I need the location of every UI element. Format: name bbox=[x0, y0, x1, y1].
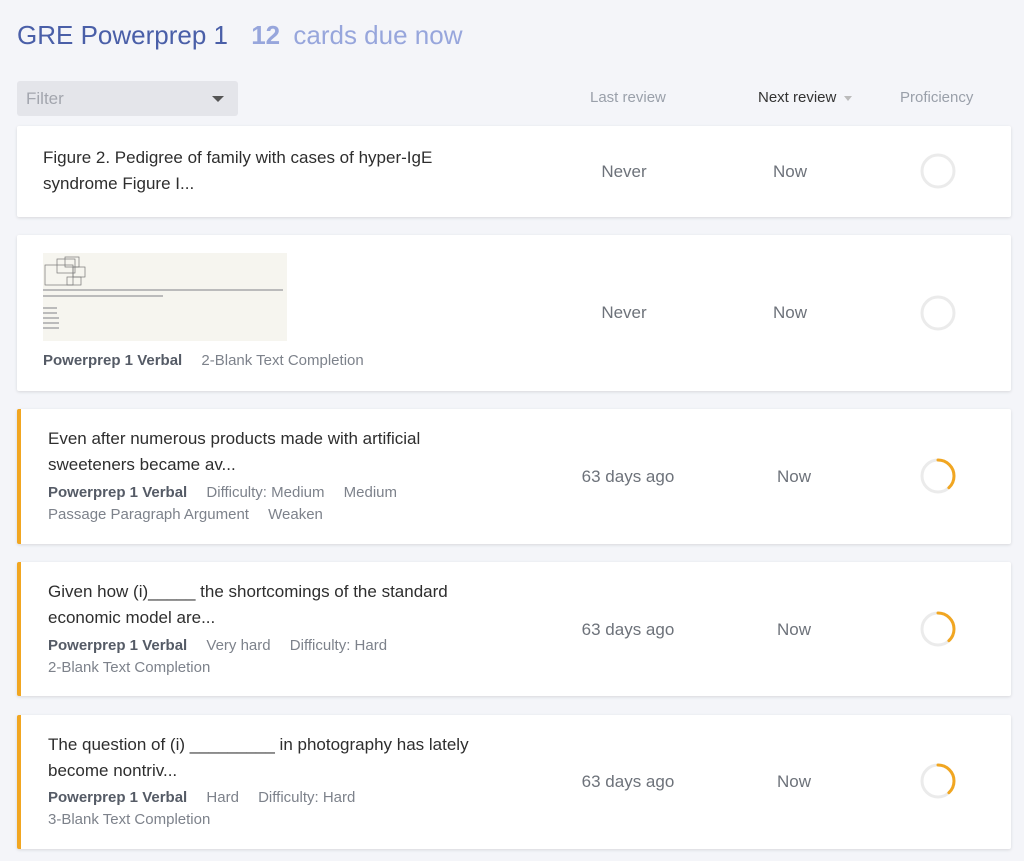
last-review-value: 63 days ago bbox=[581, 620, 675, 639]
tag: Powerprep 1 Verbal bbox=[43, 352, 183, 369]
card-tags: Powerprep 1 Verbal 2-Blank Text Completi… bbox=[43, 350, 503, 372]
tag: 3-Blank Text Completion bbox=[48, 811, 211, 828]
last-review-value: Never bbox=[601, 303, 647, 322]
tag: Hard bbox=[206, 789, 239, 806]
deck-title: GRE Powerprep 1 bbox=[17, 20, 228, 50]
filter-dropdown[interactable]: Filter bbox=[17, 81, 238, 116]
card-tags: Powerprep 1 Verbal Difficulty: Medium Me… bbox=[48, 482, 508, 526]
proficiency-ring bbox=[920, 153, 956, 189]
tag: Powerprep 1 Verbal bbox=[48, 637, 188, 654]
proficiency-ring bbox=[920, 611, 956, 647]
proficiency-arc bbox=[922, 155, 954, 187]
column-header-last-review[interactable]: Last review bbox=[590, 89, 666, 106]
next-review-value: Now bbox=[772, 162, 807, 181]
proficiency-ring bbox=[920, 763, 956, 799]
tag: Weaken bbox=[268, 506, 323, 523]
tag: Powerprep 1 Verbal bbox=[48, 789, 188, 806]
card-tags: Powerprep 1 Verbal Very hard Difficulty:… bbox=[48, 635, 508, 679]
column-header-proficiency[interactable]: Proficiency bbox=[900, 89, 973, 106]
sort-down-icon bbox=[844, 96, 853, 101]
tag: 2-Blank Text Completion bbox=[48, 659, 211, 676]
tag: Passage Paragraph Argument bbox=[48, 506, 249, 523]
next-review-value: Now bbox=[776, 620, 811, 639]
card-image-thumbnail bbox=[43, 253, 287, 341]
next-review-value: Now bbox=[776, 467, 811, 486]
tag: 2-Blank Text Completion bbox=[201, 352, 364, 369]
card-row[interactable]: Given how (i)_____ the shortcomings of t… bbox=[17, 562, 1011, 696]
tag: Medium bbox=[343, 484, 398, 501]
card-tags: Powerprep 1 Verbal Hard Difficulty: Hard… bbox=[48, 787, 508, 831]
card-text: Given how (i)_____ the shortcomings of t… bbox=[48, 582, 448, 627]
card-row[interactable]: Powerprep 1 Verbal 2-Blank Text Completi… bbox=[17, 235, 1011, 391]
filter-placeholder: Filter bbox=[26, 88, 64, 108]
due-count: 12 bbox=[251, 20, 281, 50]
tag: Difficulty: Hard bbox=[258, 789, 356, 806]
card-text: Even after numerous products made with a… bbox=[48, 429, 421, 474]
card-text: The question of (i) _________ in photogr… bbox=[48, 735, 469, 780]
tag: Very hard bbox=[206, 637, 271, 654]
tag: Powerprep 1 Verbal bbox=[48, 484, 188, 501]
column-header-next-review[interactable]: Next review bbox=[758, 89, 853, 106]
last-review-value: Never bbox=[601, 162, 647, 181]
card-row[interactable]: The question of (i) _________ in photogr… bbox=[17, 715, 1011, 849]
page-header: GRE Powerprep 1 12 cards due now bbox=[17, 20, 462, 50]
column-header-next-review-label: Next review bbox=[758, 89, 837, 106]
last-review-value: 63 days ago bbox=[581, 467, 675, 486]
card-text: Figure 2. Pedigree of family with cases … bbox=[43, 148, 433, 193]
next-review-value: Now bbox=[776, 772, 811, 791]
card-row[interactable]: Figure 2. Pedigree of family with cases … bbox=[17, 126, 1011, 217]
tag: Difficulty: Hard bbox=[289, 637, 388, 654]
proficiency-ring bbox=[920, 458, 956, 494]
tag: Difficulty: Medium bbox=[206, 484, 325, 501]
last-review-value: 63 days ago bbox=[581, 772, 675, 791]
proficiency-ring bbox=[920, 295, 956, 331]
due-text: cards due now bbox=[293, 20, 463, 50]
next-review-value: Now bbox=[772, 303, 807, 322]
card-row[interactable]: Even after numerous products made with a… bbox=[17, 409, 1011, 544]
caret-down-icon bbox=[212, 95, 224, 102]
proficiency-arc bbox=[922, 297, 954, 329]
